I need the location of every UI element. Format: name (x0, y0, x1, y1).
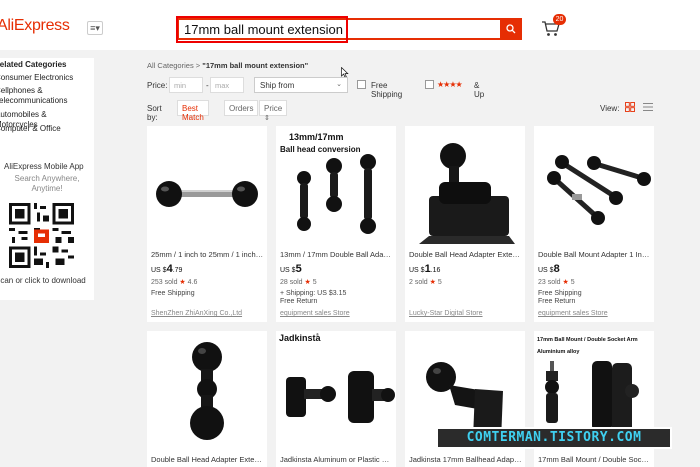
cart-count-badge: 20 (553, 14, 566, 25)
product-shipping: + Shipping: US $3.15 (280, 290, 347, 297)
product-image-caption: Ball head conversion (280, 145, 361, 154)
product-store-link[interactable]: Lucky-Star Digital Store (409, 310, 483, 317)
product-title[interactable]: Double Ball Head Adapter Extensi... (409, 250, 522, 259)
price-dash: - (206, 81, 209, 90)
sort-arrows-icon: ⇕ (264, 115, 270, 122)
rating-and-up-label: & Up (474, 81, 485, 99)
star-icon: ★ (429, 279, 436, 286)
price-label: Price: (147, 81, 168, 90)
product-price: US $4.79 (151, 263, 183, 275)
free-shipping-label: Free Shipping (371, 81, 403, 99)
sort-best-match[interactable]: Best Match (177, 100, 209, 122)
menu-icon: ≡▾ (90, 23, 100, 33)
product-card[interactable]: Double Ball Mount Adapter 1 Inch ... US … (534, 126, 654, 322)
sidebar: Related Categories Consumer Electronics … (0, 58, 94, 300)
product-card[interactable]: Jadkinsta ® Jadkinsta Aluminum or Plasti… (276, 331, 396, 467)
breadcrumb-all-categories[interactable]: All Categories (147, 61, 194, 70)
product-return: Free Return (538, 298, 576, 305)
mobile-app-title: AliExpress Mobile App (4, 162, 84, 171)
rating-filter-checkbox[interactable] (425, 80, 434, 89)
product-store-link[interactable]: ShenZhen ZhiAnXing Co.,Ltd (151, 310, 242, 317)
product-sold-rating: 253 sold ★ 4.6 (151, 279, 198, 286)
ship-from-select[interactable]: Ship from ⌄ (254, 77, 348, 93)
product-title[interactable]: Jadkinsta Aluminum or Plastic Dou... (280, 455, 393, 464)
category-menu-button[interactable]: ≡▾ (87, 21, 103, 35)
product-shipping: Free Shipping (151, 290, 195, 297)
product-title[interactable]: Jadkinsta 17mm Ballhead Adapter... (409, 455, 522, 464)
sort-by-label: Sort by: (147, 104, 162, 122)
product-price: US $5 (280, 263, 302, 275)
product-return: Free Return (280, 298, 318, 305)
product-image[interactable] (405, 126, 525, 244)
sidebar-item-consumer-electronics[interactable]: Consumer Electronics (0, 73, 88, 83)
breadcrumb-separator: > (195, 61, 201, 70)
product-sold-rating: 2 sold ★ 5 (409, 279, 442, 286)
product-image-caption: ® (316, 332, 319, 337)
mobile-app-subtitle: Search Anywhere, Anytime! (14, 174, 80, 193)
grid-view-icon[interactable] (625, 102, 635, 112)
mobile-app-promo: AliExpress Mobile App Search Anywhere, A… (0, 156, 94, 356)
product-card[interactable]: 13mm/17mm Ball head conversion 13mm / 17… (276, 126, 396, 322)
qr-code-icon[interactable] (9, 203, 74, 268)
product-image[interactable] (147, 126, 267, 244)
search-icon (506, 24, 516, 34)
product-image[interactable] (147, 331, 267, 449)
list-view-icon[interactable] (643, 102, 653, 112)
product-title[interactable]: Double Ball Mount Adapter 1 Inch ... (538, 250, 651, 259)
blog-watermark: COMTERMAN.TISTORY.COM (436, 427, 672, 449)
search-button[interactable] (500, 18, 522, 40)
product-card[interactable]: Double Ball Head Adapter Extensi... (147, 331, 267, 467)
product-image-caption: 17mm Ball Mount / Double Socket Arm (537, 337, 638, 343)
ship-from-label: Ship from (260, 81, 295, 90)
product-shipping: Free Shipping (538, 290, 582, 297)
product-sold-rating: 23 sold ★ 5 (538, 279, 575, 286)
product-image[interactable]: 13mm/17mm Ball head conversion (276, 126, 396, 244)
product-store-link[interactable]: equipment sales Store (538, 310, 608, 317)
product-sold-rating: 28 sold ★ 5 (280, 279, 317, 286)
chevron-down-icon: ⌄ (336, 81, 342, 88)
related-categories-title: Related Categories (0, 60, 67, 69)
rating-stars-icon: ★★★★ (437, 80, 463, 89)
price-min-input[interactable]: min (169, 77, 203, 93)
price-max-input[interactable]: max (210, 77, 244, 93)
product-image[interactable]: Jadkinsta ® (276, 331, 396, 449)
star-icon: ★ (304, 279, 311, 286)
product-image[interactable] (534, 126, 654, 244)
sort-price[interactable]: Price ⇕ (259, 100, 288, 122)
breadcrumb-current: "17mm ball mount extension" (202, 61, 309, 70)
sidebar-item-cellphones[interactable]: Cellphones & Telecommunications (0, 86, 91, 106)
view-label: View: (600, 104, 620, 113)
header-bar: AliExpress ≡▾ 20 (0, 0, 700, 50)
product-title[interactable]: Double Ball Head Adapter Extensi... (151, 455, 264, 464)
sort-orders[interactable]: Orders (224, 100, 259, 116)
sort-price-label: Price (264, 104, 283, 113)
product-price: US $1.16 (409, 263, 441, 275)
star-icon: ★ (562, 279, 569, 286)
product-card[interactable]: Double Ball Head Adapter Extensi... US $… (405, 126, 525, 322)
sidebar-item-computer-office[interactable]: Computer & Office (0, 124, 88, 134)
product-image-caption: Aluminium alloy (537, 349, 580, 355)
scan-to-download-text[interactable]: Scan or click to download (0, 276, 86, 285)
search-input[interactable] (179, 20, 502, 38)
breadcrumb: All Categories > "17mm ball mount extens… (147, 61, 308, 70)
product-title[interactable]: 25mm / 1 inch to 25mm / 1 inch C... (151, 250, 264, 259)
product-card[interactable]: 25mm / 1 inch to 25mm / 1 inch C... US $… (147, 126, 267, 322)
product-image-caption: 13mm/17mm (289, 132, 344, 142)
product-store-link[interactable]: equipment sales Store (280, 310, 350, 317)
product-title[interactable]: 13mm / 17mm Double Ball Adapte... (280, 250, 393, 259)
product-title[interactable]: 17mm Ball Mount / Double Socket A... (538, 455, 651, 464)
search-box (177, 18, 502, 40)
free-shipping-checkbox[interactable] (357, 80, 366, 89)
aliexpress-logo[interactable]: AliExpress (0, 17, 70, 35)
star-icon: ★ (179, 279, 186, 286)
product-price: US $8 (538, 263, 560, 275)
